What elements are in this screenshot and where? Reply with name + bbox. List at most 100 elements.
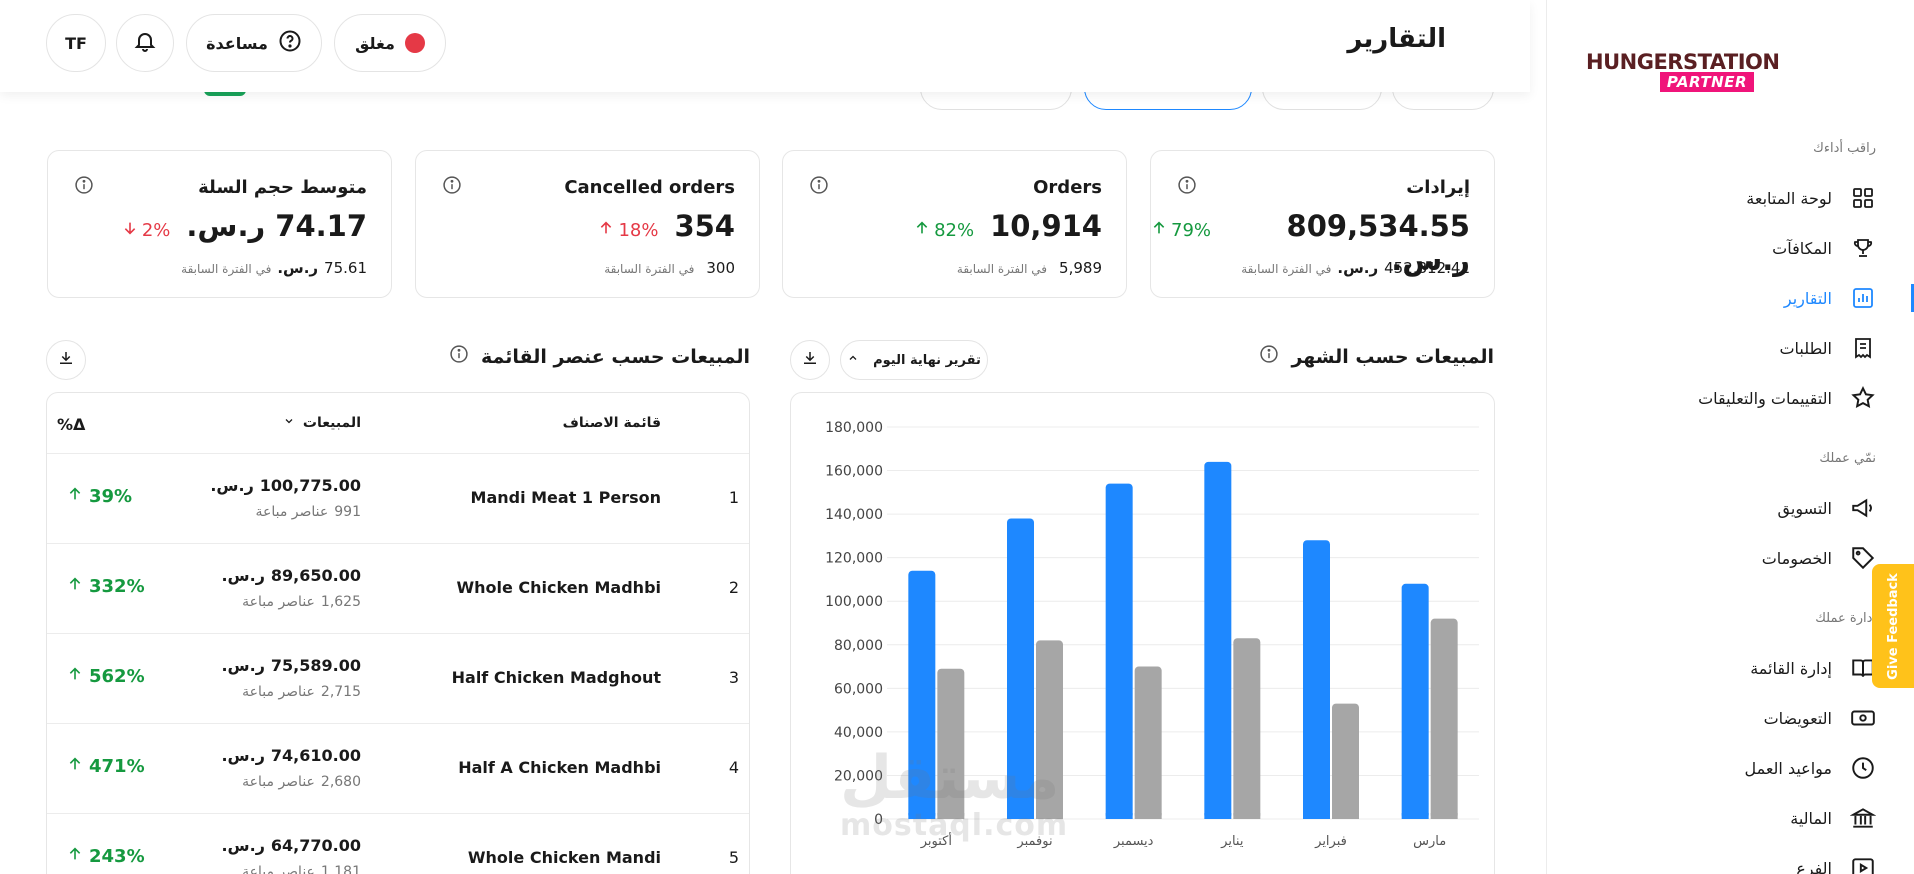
sidebar-item-label: التقارير	[1783, 288, 1832, 308]
row-quantity: 991 عناصر مباعة	[255, 504, 362, 520]
stat-card-title: Orders	[1033, 177, 1102, 198]
info-icon[interactable]	[442, 175, 462, 195]
row-sales: 74,610.00 ر.س.	[221, 746, 361, 765]
sidebar-item-label: الطلبات	[1779, 338, 1832, 358]
chevron-down-icon	[283, 415, 295, 431]
report-type-select[interactable]: تقرير نهاية اليوم	[840, 340, 988, 380]
star-icon	[1850, 385, 1876, 411]
sidebar: HUNGERSTATION PARTNER راقب أداءك لوحة ال…	[1546, 0, 1914, 874]
stat-card-title: Cancelled orders	[564, 177, 735, 198]
info-icon[interactable]	[1259, 344, 1279, 369]
store-status-button[interactable]: مغلق	[334, 14, 446, 72]
info-icon[interactable]	[74, 175, 94, 195]
row-sales: 100,775.00 ر.س.	[210, 476, 361, 495]
column-header-sales[interactable]: المبيعات	[283, 415, 361, 431]
row-delta: 39%	[67, 486, 132, 507]
sales-by-item-title: المبيعات حسب عنصر القائمة	[449, 344, 750, 369]
info-icon[interactable]	[449, 344, 469, 369]
sidebar-item-label: لوحة المتابعة	[1746, 188, 1832, 208]
info-icon[interactable]	[809, 175, 829, 195]
chart-bar	[908, 570, 936, 819]
y-tick-label: 20,000	[834, 768, 883, 784]
x-tick-label: نوفمبر	[1016, 834, 1052, 849]
sidebar-item-label: الفرع	[1796, 858, 1832, 874]
sidebar-item-dashboard[interactable]: لوحة المتابعة	[1626, 182, 1876, 214]
y-tick-label: 140,000	[825, 507, 883, 523]
download-icon	[801, 349, 819, 371]
stat-card: متوسط حجم السلة 74.17 ر.س. 2% 75.61 ر.س. في ا…	[47, 150, 392, 298]
stat-card-delta: 18%	[598, 220, 658, 241]
x-tick-label: ديسمبر	[1113, 834, 1154, 849]
column-header-delta[interactable]: Δ%	[57, 415, 85, 434]
reports-icon	[1850, 285, 1876, 311]
sidebar-item-discounts[interactable]: الخصومات	[1626, 542, 1876, 574]
sidebar-item-label: المكافآت	[1772, 238, 1832, 258]
sidebar-item-label: التقييمات والتعليقات	[1698, 388, 1832, 408]
row-rank: 5	[728, 848, 739, 867]
stat-card-title: إيرادات	[1406, 177, 1470, 198]
brand-logo[interactable]: HUNGERSTATION PARTNER	[1586, 50, 1780, 96]
arrow-up-icon	[67, 576, 83, 597]
chart-bar-base	[1401, 813, 1429, 819]
top-header: التقارير TF مساعدة مغلق	[0, 0, 1530, 92]
chart-bar	[1430, 618, 1458, 819]
sidebar-item-compensations[interactable]: التعويضات	[1626, 702, 1876, 734]
clock-icon	[1850, 755, 1876, 781]
stat-card-value: 354	[674, 209, 735, 243]
download-chart-button[interactable]	[790, 340, 830, 380]
avatar[interactable]: TF	[46, 14, 106, 72]
brand-name: HUNGERSTATION	[1586, 50, 1780, 74]
arrow-up-icon	[914, 220, 930, 241]
y-tick-label: 0	[874, 812, 883, 828]
table-row[interactable]: 5 Whole Chicken Mandi 64,770.00 ر.س. 1,181 عن…	[47, 813, 749, 874]
sidebar-item-orders[interactable]: الطلبات	[1626, 332, 1876, 364]
table-row[interactable]: 1 Mandi Meat 1 Person 100,775.00 ر.س. 991 عنا…	[47, 453, 749, 543]
chart-bar-base	[1303, 813, 1330, 819]
stat-card-delta: 2%	[122, 220, 170, 241]
row-item-name: Mandi Meat 1 Person	[470, 488, 661, 507]
chart-bar-base	[1134, 813, 1162, 819]
orders-icon	[1850, 335, 1876, 361]
column-header-items[interactable]: قائمة الاصناف	[563, 415, 661, 431]
row-item-name: Half A Chicken Madhbi	[458, 758, 661, 777]
help-label: مساعدة	[206, 33, 268, 53]
sidebar-item-rewards[interactable]: المكافآت	[1626, 232, 1876, 264]
chart-bar	[1204, 461, 1232, 819]
arrow-down-icon	[122, 220, 138, 241]
notifications-button[interactable]	[116, 14, 174, 72]
table-row[interactable]: 2 Whole Chicken Madhbi 89,650.00 ر.س. 1,625 ع…	[47, 543, 749, 633]
table-row[interactable]: 3 Half Chicken Madghout 75,589.00 ر.س. 2,715…	[47, 633, 749, 723]
sidebar-item-marketing[interactable]: التسويق	[1626, 492, 1876, 524]
stat-card-delta: 82%	[914, 220, 974, 241]
y-tick-label: 160,000	[825, 464, 883, 480]
stat-card-title: متوسط حجم السلة	[198, 177, 367, 198]
download-table-button[interactable]	[46, 340, 86, 380]
row-rank: 3	[728, 668, 739, 687]
sidebar-item-branch[interactable]: الفرع	[1626, 852, 1876, 874]
sidebar-item-ratings[interactable]: التقييمات والتعليقات	[1626, 382, 1876, 414]
give-feedback-button[interactable]: Give Feedback	[1872, 564, 1914, 688]
help-button[interactable]: مساعدة	[186, 14, 322, 72]
chart-bar-base	[937, 813, 965, 819]
sidebar-item-finance[interactable]: المالية	[1626, 802, 1876, 834]
chart-bar	[1303, 540, 1330, 819]
row-quantity: 2,680 عناصر مباعة	[242, 774, 361, 790]
row-sales: 75,589.00 ر.س.	[221, 656, 361, 675]
chart-bar-base	[1233, 813, 1261, 819]
sidebar-item-reports[interactable]: التقارير	[1626, 282, 1876, 314]
arrow-up-icon	[67, 486, 83, 507]
stat-card-value: 10,914	[990, 209, 1102, 243]
info-icon[interactable]	[1177, 175, 1197, 195]
row-rank: 2	[728, 578, 739, 597]
row-quantity: 2,715 عناصر مباعة	[242, 684, 361, 700]
arrow-up-icon	[67, 846, 83, 867]
sidebar-item-working-hours[interactable]: مواعيد العمل	[1626, 752, 1876, 784]
sidebar-item-menu-management[interactable]: إدارة القائمة	[1626, 652, 1876, 684]
row-delta: 471%	[67, 756, 145, 777]
megaphone-icon	[1850, 495, 1876, 521]
status-dot	[404, 33, 425, 53]
table-row[interactable]: 4 Half A Chicken Madhbi 74,610.00 ر.س. 2,680…	[47, 723, 749, 813]
page-title: التقارير	[1347, 24, 1446, 54]
download-icon	[57, 349, 75, 371]
sales-by-item-table: قائمة الاصناف المبيعات Δ% 1 Mandi Meat 1 …	[46, 392, 750, 874]
